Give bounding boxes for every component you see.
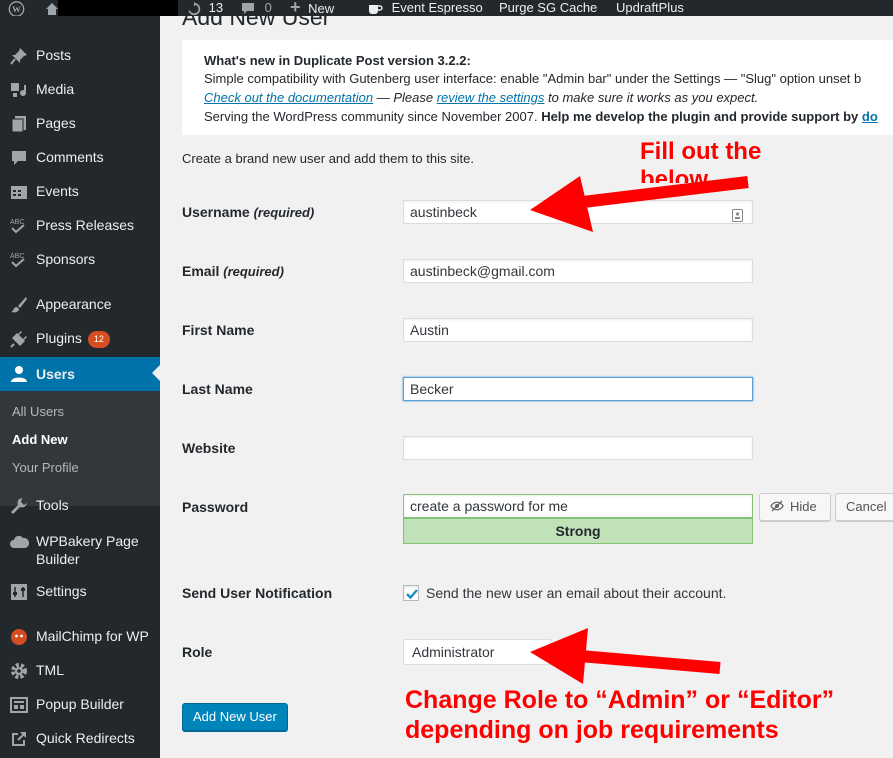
annotation-change-role: Change Role to “Admin” or “Editor” depen…	[405, 686, 835, 744]
arrow-to-role	[530, 628, 721, 684]
annotation-arrows	[530, 176, 749, 684]
arrow-to-username	[530, 176, 749, 232]
